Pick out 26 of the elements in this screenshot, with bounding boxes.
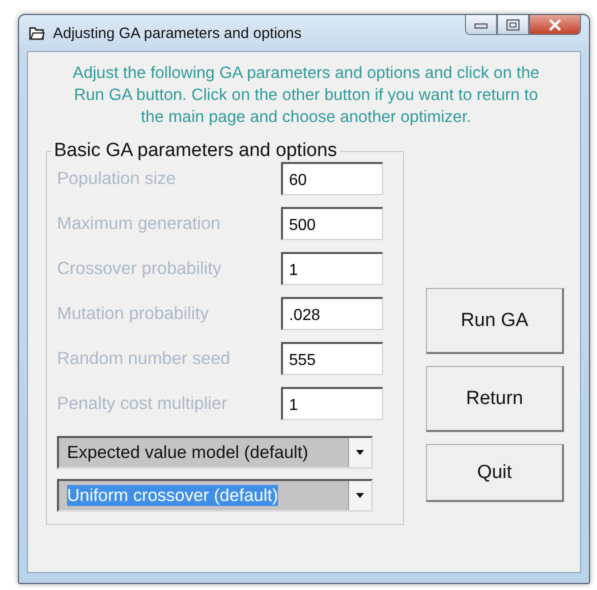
caret-icon xyxy=(356,450,364,455)
parameter-label: Random number seed xyxy=(57,348,230,369)
parameter-label: Penalty cost multiplier xyxy=(57,393,228,414)
action-button[interactable]: Return xyxy=(426,366,564,432)
group-title: Basic GA parameters and options xyxy=(53,140,338,162)
parameter-label: Population size xyxy=(57,168,176,189)
minimize-button[interactable] xyxy=(465,15,497,35)
dropdown[interactable]: Expected value model (default) xyxy=(57,436,373,469)
window-icon xyxy=(29,26,45,40)
close-button[interactable] xyxy=(529,15,581,35)
instructions-text: Adjust the following GA parameters and options and click on the Run GA button. Click on the other button if you want to return to the main page and choose another optimizer. xyxy=(72,63,540,128)
maximize-button[interactable] xyxy=(497,15,529,35)
parameter-label: Mutation probability xyxy=(57,303,209,324)
action-button[interactable]: Run GA xyxy=(426,288,564,354)
parameter-label: Crossover probability xyxy=(57,258,222,279)
minimize-icon xyxy=(474,20,488,28)
dropdown-value: Uniform crossover (default) xyxy=(67,485,278,506)
caret-icon xyxy=(356,493,364,498)
maximize-icon xyxy=(506,18,520,30)
window-title: Adjusting GA parameters and options xyxy=(53,24,302,42)
dropdown-value: Expected value model (default) xyxy=(67,442,308,463)
action-button[interactable]: Quit xyxy=(426,444,564,502)
close-icon xyxy=(548,18,562,30)
dropdown-arrow-button[interactable] xyxy=(348,481,371,510)
parameter-label: Maximum generation xyxy=(57,213,220,234)
dropdown-arrow-button[interactable] xyxy=(348,438,371,467)
